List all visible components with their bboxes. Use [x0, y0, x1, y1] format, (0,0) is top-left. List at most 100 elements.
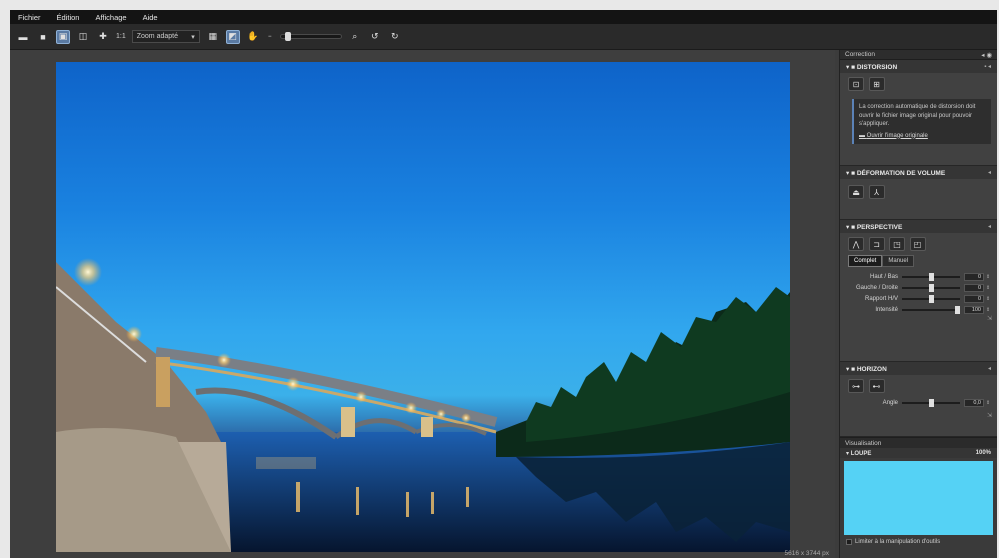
stepper-icon[interactable]: ⇕: [986, 400, 990, 406]
horizon-header[interactable]: ▾ ■ HORIZON ◂: [840, 362, 997, 375]
mode-complet[interactable]: Complet: [848, 255, 883, 267]
save-icon[interactable]: ■: [36, 30, 50, 44]
zoom-out-icon[interactable]: −: [266, 30, 274, 44]
grid-icon[interactable]: ▦: [206, 30, 220, 44]
slider-label: Rapport H/V: [864, 295, 898, 302]
hand-icon[interactable]: ✋: [246, 30, 260, 44]
slider-track[interactable]: [902, 294, 960, 303]
volume-section: ▾ ■ DÉFORMATION DE VOLUME ◂ ⏏ ⅄: [840, 166, 997, 220]
angle-value[interactable]: 0,0: [964, 398, 984, 407]
distorsion-info-text: La correction automatique de distorsion …: [859, 104, 976, 127]
perspective-horizontal-icon[interactable]: ⊐: [868, 237, 885, 251]
distorsion-header[interactable]: ▾ ■ DISTORSION ▪ ◂: [840, 60, 997, 73]
zoom-slider[interactable]: [279, 32, 342, 41]
horizon-section: ▾ ■ HORIZON ◂ ⊶ ⊷ Angle 0,0 ⇕ ⇲: [840, 362, 997, 437]
mode-manuel[interactable]: Manuel: [882, 255, 915, 267]
pin-icon[interactable]: ▪ ◂: [984, 63, 991, 70]
stepper-icon[interactable]: ⇕: [986, 296, 990, 302]
open-folder-icon[interactable]: ▬: [16, 30, 30, 44]
distorsion-info: La correction automatique de distorsion …: [852, 99, 991, 144]
volume-title: DÉFORMATION DE VOLUME: [856, 169, 946, 177]
slider-value[interactable]: 0: [964, 294, 984, 303]
slider-knob[interactable]: [928, 294, 934, 303]
open-original-link[interactable]: ▬ Ouvrir l'image originale: [859, 132, 986, 141]
horizon-auto-icon[interactable]: ⊶: [848, 379, 864, 393]
zoom-value: Zoom adapté: [136, 33, 178, 40]
loupe-header[interactable]: ▾ LOUPE 100%: [840, 448, 997, 458]
open-original-link-label: Ouvrir l'image originale: [866, 132, 928, 139]
volume-header[interactable]: ▾ ■ DÉFORMATION DE VOLUME ◂: [840, 166, 997, 179]
slider-knob[interactable]: [928, 283, 934, 292]
bridge-photo: [56, 258, 790, 552]
perspective-header[interactable]: ▾ ■ PERSPECTIVE ◂: [840, 220, 997, 233]
horizon-manual-icon[interactable]: ⊷: [868, 379, 885, 393]
perspective-sliders: Haut / Bas 0 ⇕ Gauche / Droite 0 ⇕ Rapport H/V…: [840, 271, 997, 315]
horizon-title: HORIZON: [856, 365, 887, 373]
angle-slider-knob[interactable]: [928, 398, 934, 407]
perspective-rect-icon[interactable]: ◳: [889, 237, 906, 251]
ratio-label[interactable]: 1:1: [116, 33, 126, 40]
perspective-section: ▾ ■ PERSPECTIVE ◂ ⋀ ⊐ ◳ ◰ Complet Manuel…: [840, 220, 997, 362]
expand-icon[interactable]: ▾ ■: [846, 64, 857, 71]
panel-menu-icon[interactable]: ◂ ◉: [981, 51, 992, 59]
perspective-vertical-icon[interactable]: ⋀: [848, 237, 864, 251]
stepper-icon[interactable]: ⇕: [986, 307, 990, 313]
stepper-icon[interactable]: ⇕: [986, 274, 990, 280]
menu-affichage[interactable]: Affichage: [95, 13, 126, 22]
stepper-icon[interactable]: ⇕: [986, 285, 990, 291]
menu-fichier[interactable]: Fichier: [18, 13, 41, 22]
spherical-volume-icon[interactable]: ⏏: [848, 185, 864, 199]
slider-knob[interactable]: [955, 305, 960, 314]
zoom-select[interactable]: Zoom adapté ▾: [131, 30, 200, 43]
collapse-icon[interactable]: ◂: [988, 223, 991, 230]
compare-icon[interactable]: ◩: [225, 29, 240, 44]
distorsion-title: DISTORSION: [856, 63, 898, 71]
rotate-left-icon[interactable]: ↺: [368, 30, 382, 44]
expand-icon[interactable]: ▾ ■: [846, 170, 857, 177]
perspective-8pt-icon[interactable]: ◰: [909, 237, 926, 251]
collapse-icon[interactable]: ◂: [988, 169, 991, 176]
split-view-icon[interactable]: ◫: [76, 30, 90, 44]
expand-icon[interactable]: ▾ ■: [846, 224, 857, 231]
collapse-icon[interactable]: ◂: [988, 365, 991, 372]
slider-track[interactable]: [902, 272, 960, 281]
loupe-zoom[interactable]: 100%: [976, 450, 991, 456]
limit-checkbox[interactable]: [846, 539, 852, 545]
panel-title-bar: Correction ◂ ◉: [840, 50, 997, 60]
single-view-icon[interactable]: ▣: [56, 29, 70, 44]
perspective-slider-row: Haut / Bas 0 ⇕: [840, 271, 997, 282]
expand-more-icon[interactable]: ⇲: [840, 315, 997, 322]
toolbar: ▬ ■ ▣ ◫ ✚ 1:1 Zoom adapté ▾ ▦ ◩ ✋ − ⌕ ↺ …: [10, 24, 997, 50]
menu-edition[interactable]: Édition: [57, 13, 80, 22]
rotate-right-icon[interactable]: ↻: [388, 30, 402, 44]
panel-title: Correction: [845, 51, 875, 58]
image-canvas[interactable]: 5616 x 3744 px: [10, 50, 835, 558]
slider-knob[interactable]: [928, 272, 934, 281]
chevron-down-icon: ▾: [191, 33, 195, 41]
loupe-footer: Limiter à la manipulation d'outils: [840, 538, 997, 546]
zoom-in-icon[interactable]: ⌕: [348, 30, 362, 44]
menu-aide[interactable]: Aide: [143, 13, 158, 22]
cylindrical-volume-icon[interactable]: ⅄: [868, 185, 885, 199]
photo-preview[interactable]: [56, 62, 790, 552]
perspective-slider-row: Intensité 100 ⇕: [840, 304, 997, 315]
expand-icon[interactable]: ▾ ■: [846, 366, 857, 373]
slider-track[interactable]: [902, 305, 960, 314]
expand-more-icon[interactable]: ⇲: [840, 412, 997, 419]
zoom-slider-knob[interactable]: [284, 32, 291, 41]
angle-slider[interactable]: [902, 398, 960, 407]
perspective-mode-toggle: Complet Manuel: [848, 255, 989, 267]
slider-value[interactable]: 0: [964, 283, 984, 292]
move-icon[interactable]: ✚: [96, 30, 110, 44]
correction-panel: Correction ◂ ◉ ▾ ■ DISTORSION ▪ ◂ ⊡ ⊞ La…: [839, 50, 997, 558]
loupe-preview[interactable]: [844, 461, 993, 535]
slider-label: Gauche / Droite: [855, 284, 898, 291]
slider-value[interactable]: 0: [964, 272, 984, 281]
slider-track[interactable]: [902, 283, 960, 292]
app-window: Fichier Édition Affichage Aide ▬ ■ ▣ ◫ ✚…: [10, 10, 997, 558]
limit-label: Limiter à la manipulation d'outils: [855, 539, 941, 545]
slider-label: Intensité: [875, 306, 898, 313]
pincushion-distortion-icon[interactable]: ⊞: [868, 77, 885, 91]
barrel-distortion-icon[interactable]: ⊡: [848, 77, 864, 91]
slider-value[interactable]: 100: [964, 305, 984, 314]
